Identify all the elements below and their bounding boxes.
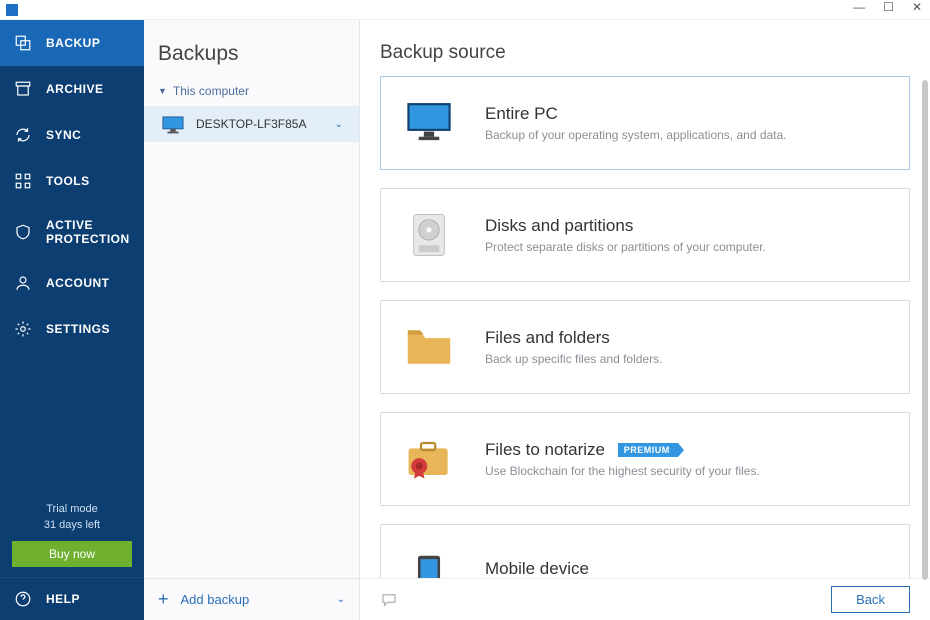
backup-entry[interactable]: DESKTOP-LF3F85A ⌄ [144,106,359,142]
chevron-down-icon[interactable]: ⌄ [335,119,343,130]
sidebar-item-tools[interactable]: TOOLS [0,158,144,204]
folder-icon [401,319,457,375]
back-button[interactable]: Back [831,586,910,613]
premium-badge: PREMIUM [618,443,678,457]
sidebar-item-label: BACKUP [46,36,100,50]
option-heading: Files to notarize PREMIUM [485,440,760,460]
tools-icon [14,172,32,190]
archive-icon [14,80,32,98]
sidebar-item-label: SYNC [46,128,81,142]
sidebar-item-help[interactable]: HELP [0,577,144,620]
option-entire-pc[interactable]: Entire PC Backup of your operating syste… [380,76,910,170]
option-heading: Entire PC [485,104,787,124]
backup-group-this-computer[interactable]: ▼ This computer [144,76,359,106]
plus-icon: + [158,589,169,610]
main-panel: Backup source Entire PC Backup of your o… [360,20,930,620]
sidebar: BACKUP ARCHIVE SYNC TOOLS ACTIVE PROTECT… [0,20,144,620]
backup-entry-label: DESKTOP-LF3F85A [196,117,306,131]
maximize-button[interactable]: ☐ [883,0,894,14]
chevron-down-icon[interactable]: ⌄ [337,594,345,605]
backups-list-panel: Backups ▼ This computer DESKTOP-LF3F85A … [144,20,360,620]
add-backup-label: Add backup [181,592,250,607]
app-icon [6,4,18,16]
backup-source-options: Entire PC Backup of your operating syste… [360,76,930,578]
option-heading: Disks and partitions [485,216,766,236]
gear-icon [14,320,32,338]
monitor-icon [162,116,184,132]
shield-icon [14,223,32,241]
option-desc: Back up specific files and folders. [485,352,662,366]
sidebar-item-label: SETTINGS [46,322,110,336]
buy-now-button[interactable]: Buy now [12,541,132,567]
option-files-folders[interactable]: Files and folders Back up specific files… [380,300,910,394]
trial-mode-status: Trial mode 31 days left [0,498,144,541]
option-desc: Protect separate disks or partitions of … [485,240,766,254]
option-desc: Use Blockchain for the highest security … [485,464,760,478]
sidebar-item-account[interactable]: ACCOUNT [0,260,144,306]
sidebar-item-label: HELP [46,592,80,606]
option-heading: Files and folders [485,328,662,348]
option-files-to-notarize[interactable]: Files to notarize PREMIUM Use Blockchain… [380,412,910,506]
backup-icon [14,34,32,52]
account-icon [14,274,32,292]
main-title: Backup source [360,20,930,76]
sidebar-item-label: TOOLS [46,174,90,188]
help-icon [14,590,32,608]
sidebar-item-label: ACTIVE PROTECTION [46,218,130,246]
disk-icon [401,207,457,263]
backup-group-label: This computer [173,84,249,98]
sidebar-item-backup[interactable]: BACKUP [0,20,144,66]
sidebar-item-label: ACCOUNT [46,276,110,290]
backups-list-title: Backups [144,20,359,76]
sync-icon [14,126,32,144]
monitor-icon [401,95,457,151]
feedback-icon[interactable] [380,591,398,609]
option-disks-partitions[interactable]: Disks and partitions Protect separate di… [380,188,910,282]
main-footer: Back [360,578,930,620]
sidebar-item-sync[interactable]: SYNC [0,112,144,158]
add-backup-button[interactable]: + Add backup ⌄ [144,578,359,620]
option-heading: Mobile device [485,559,589,578]
option-desc: Backup of your operating system, applica… [485,128,787,142]
option-mobile-device[interactable]: Mobile device [380,524,910,578]
scrollbar-thumb[interactable] [922,80,928,580]
window-titlebar: — ☐ ✕ [0,0,930,20]
mobile-device-icon [401,543,457,578]
sidebar-item-active-protection[interactable]: ACTIVE PROTECTION [0,204,144,260]
briefcase-seal-icon [401,431,457,487]
chevron-down-icon: ▼ [158,86,167,96]
sidebar-item-archive[interactable]: ARCHIVE [0,66,144,112]
sidebar-item-settings[interactable]: SETTINGS [0,306,144,352]
sidebar-item-label: ARCHIVE [46,82,104,96]
close-button[interactable]: ✕ [912,0,922,14]
minimize-button[interactable]: — [853,0,865,14]
